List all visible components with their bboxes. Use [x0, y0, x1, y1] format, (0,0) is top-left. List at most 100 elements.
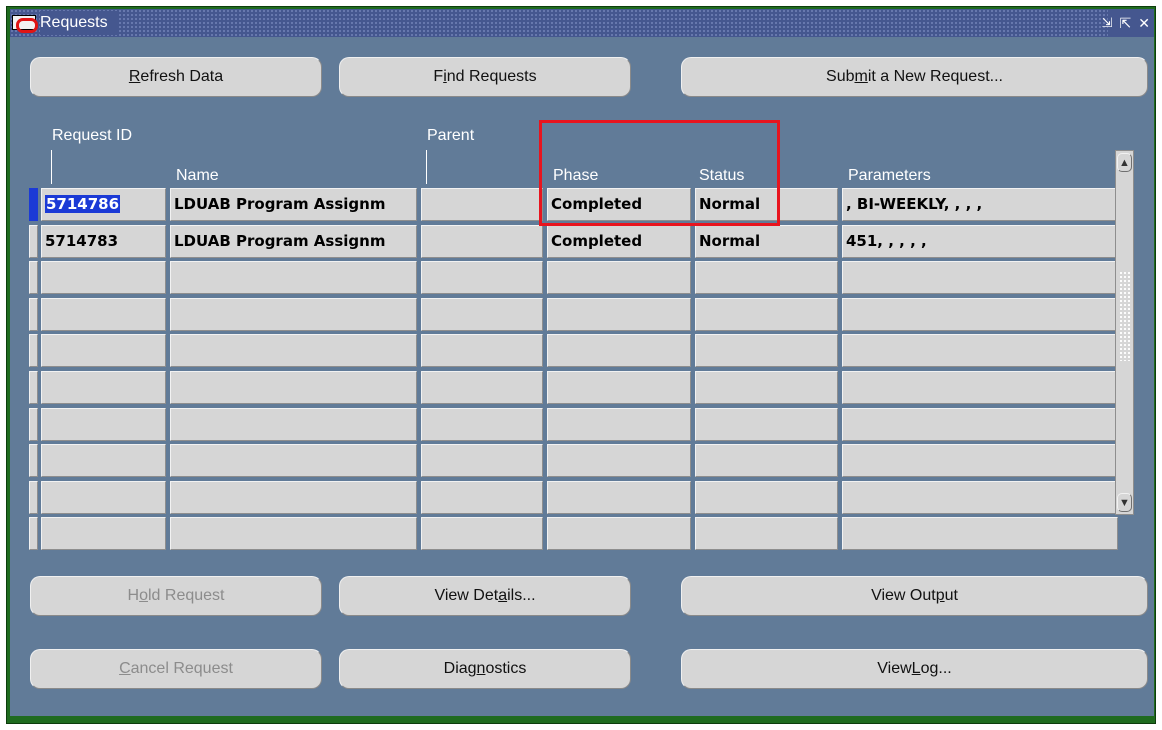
- parent-cell[interactable]: [421, 517, 543, 550]
- view-output-button[interactable]: View Out p ut: [681, 576, 1148, 616]
- name-cell[interactable]: [170, 298, 417, 331]
- window-titlebar[interactable]: Requests ⇲ ⇱ ✕: [10, 9, 1154, 37]
- scroll-thumb[interactable]: [1119, 271, 1130, 361]
- button-mnemonic: a: [498, 587, 508, 604]
- name-cell[interactable]: [170, 261, 417, 294]
- submit-new-request-button[interactable]: Sub m it a New Request...: [681, 57, 1148, 97]
- name-cell[interactable]: LDUAB Program Assignm: [170, 188, 417, 221]
- request-id-cell-text: 5714786: [45, 195, 121, 213]
- phase-cell[interactable]: [547, 298, 691, 331]
- phase-cell[interactable]: [547, 371, 691, 404]
- request-id-cell[interactable]: [41, 481, 166, 514]
- phase-cell[interactable]: [547, 334, 691, 367]
- refresh-data-button[interactable]: Refresh Data: [30, 57, 322, 97]
- row-indicator[interactable]: [29, 261, 38, 294]
- scroll-down-icon[interactable]: ▼: [1117, 493, 1132, 512]
- parent-cell[interactable]: [421, 408, 543, 441]
- status-cell[interactable]: [695, 371, 838, 404]
- name-cell[interactable]: [170, 408, 417, 441]
- parameters-cell[interactable]: 451, , , , ,: [842, 225, 1118, 258]
- row-indicator[interactable]: [29, 444, 38, 477]
- parent-cell[interactable]: [421, 188, 543, 221]
- parameters-cell[interactable]: [842, 334, 1118, 367]
- row-indicator[interactable]: [29, 334, 38, 367]
- button-label-end: ils...: [507, 587, 536, 604]
- parent-cell[interactable]: [421, 444, 543, 477]
- close-icon[interactable]: ✕: [1138, 16, 1150, 30]
- row-indicator[interactable]: [29, 298, 38, 331]
- status-cell[interactable]: [695, 298, 838, 331]
- row-indicator[interactable]: [29, 481, 38, 514]
- parent-cell[interactable]: [421, 261, 543, 294]
- column-header-parent: Parent: [427, 127, 475, 144]
- request-id-cell[interactable]: [41, 371, 166, 404]
- button-label-start: View: [877, 660, 912, 677]
- request-id-cell[interactable]: [41, 517, 166, 550]
- parent-cell[interactable]: [421, 298, 543, 331]
- phase-cell[interactable]: Completed: [547, 225, 691, 258]
- parameters-cell[interactable]: [842, 481, 1118, 514]
- request-id-cell[interactable]: 5714786: [41, 188, 166, 221]
- phase-cell[interactable]: [547, 517, 691, 550]
- column-header-request-id: Request ID: [52, 127, 133, 144]
- request-id-cell[interactable]: [41, 444, 166, 477]
- request-id-cell[interactable]: 5714783: [41, 225, 166, 258]
- status-cell[interactable]: [695, 334, 838, 367]
- scroll-up-icon[interactable]: ▲: [1117, 153, 1132, 172]
- row-indicator[interactable]: [29, 371, 38, 404]
- request-id-cell[interactable]: [41, 408, 166, 441]
- phase-cell[interactable]: [547, 481, 691, 514]
- request-id-cell[interactable]: [41, 298, 166, 331]
- button-mnemonic: p: [935, 587, 945, 604]
- parameters-cell[interactable]: [842, 444, 1118, 477]
- view-log-button[interactable]: View Log...: [681, 649, 1148, 689]
- row-indicator[interactable]: [29, 188, 38, 221]
- status-cell[interactable]: Normal: [695, 225, 838, 258]
- parent-cell[interactable]: [421, 481, 543, 514]
- parameters-cell[interactable]: [842, 298, 1118, 331]
- request-id-cell[interactable]: [41, 261, 166, 294]
- cancel-request-button[interactable]: Cancel Request: [30, 649, 322, 689]
- find-requests-button[interactable]: Fi nd Requests: [339, 57, 631, 97]
- status-cell[interactable]: [695, 517, 838, 550]
- parameters-cell[interactable]: , BI-WEEKLY, , , ,: [842, 188, 1118, 221]
- request-id-cell-text: 5714783: [45, 232, 119, 250]
- hold-request-button[interactable]: Ho ld Request: [30, 576, 322, 616]
- row-indicator[interactable]: [29, 225, 38, 258]
- view-details-button[interactable]: View Det a ils...: [339, 576, 631, 616]
- diagnostics-button[interactable]: Diag n ostics: [339, 649, 631, 689]
- status-cell[interactable]: [695, 261, 838, 294]
- column-header-name: Name: [176, 167, 219, 184]
- row-indicator[interactable]: [29, 408, 38, 441]
- name-cell[interactable]: [170, 371, 417, 404]
- name-cell[interactable]: [170, 517, 417, 550]
- column-header-parameters: Parameters: [848, 167, 931, 184]
- parameters-cell[interactable]: [842, 371, 1118, 404]
- header-divider: [426, 150, 427, 184]
- status-cell[interactable]: [695, 408, 838, 441]
- status-cell[interactable]: [695, 444, 838, 477]
- name-cell[interactable]: [170, 481, 417, 514]
- phase-cell[interactable]: [547, 261, 691, 294]
- status-cell[interactable]: [695, 481, 838, 514]
- parent-cell[interactable]: [421, 371, 543, 404]
- parameters-cell-text: 451, , , , ,: [846, 232, 927, 250]
- request-id-cell[interactable]: [41, 334, 166, 367]
- parameters-cell[interactable]: [842, 261, 1118, 294]
- minimize-icon[interactable]: ⇲: [1102, 16, 1113, 30]
- vertical-scrollbar[interactable]: ▲ ▼: [1115, 150, 1134, 515]
- name-cell[interactable]: [170, 334, 417, 367]
- name-cell[interactable]: LDUAB Program Assignm: [170, 225, 417, 258]
- parent-cell[interactable]: [421, 334, 543, 367]
- row-indicator[interactable]: [29, 517, 38, 550]
- parameters-cell[interactable]: [842, 517, 1118, 550]
- button-mnemonic: m: [854, 68, 868, 85]
- phase-cell[interactable]: [547, 444, 691, 477]
- parameters-cell[interactable]: [842, 408, 1118, 441]
- status-cell-text: Normal: [699, 232, 761, 250]
- name-cell[interactable]: [170, 444, 417, 477]
- button-label-start: View Det: [434, 587, 499, 604]
- maximize-icon[interactable]: ⇱: [1120, 16, 1132, 30]
- parent-cell[interactable]: [421, 225, 543, 258]
- phase-cell[interactable]: [547, 408, 691, 441]
